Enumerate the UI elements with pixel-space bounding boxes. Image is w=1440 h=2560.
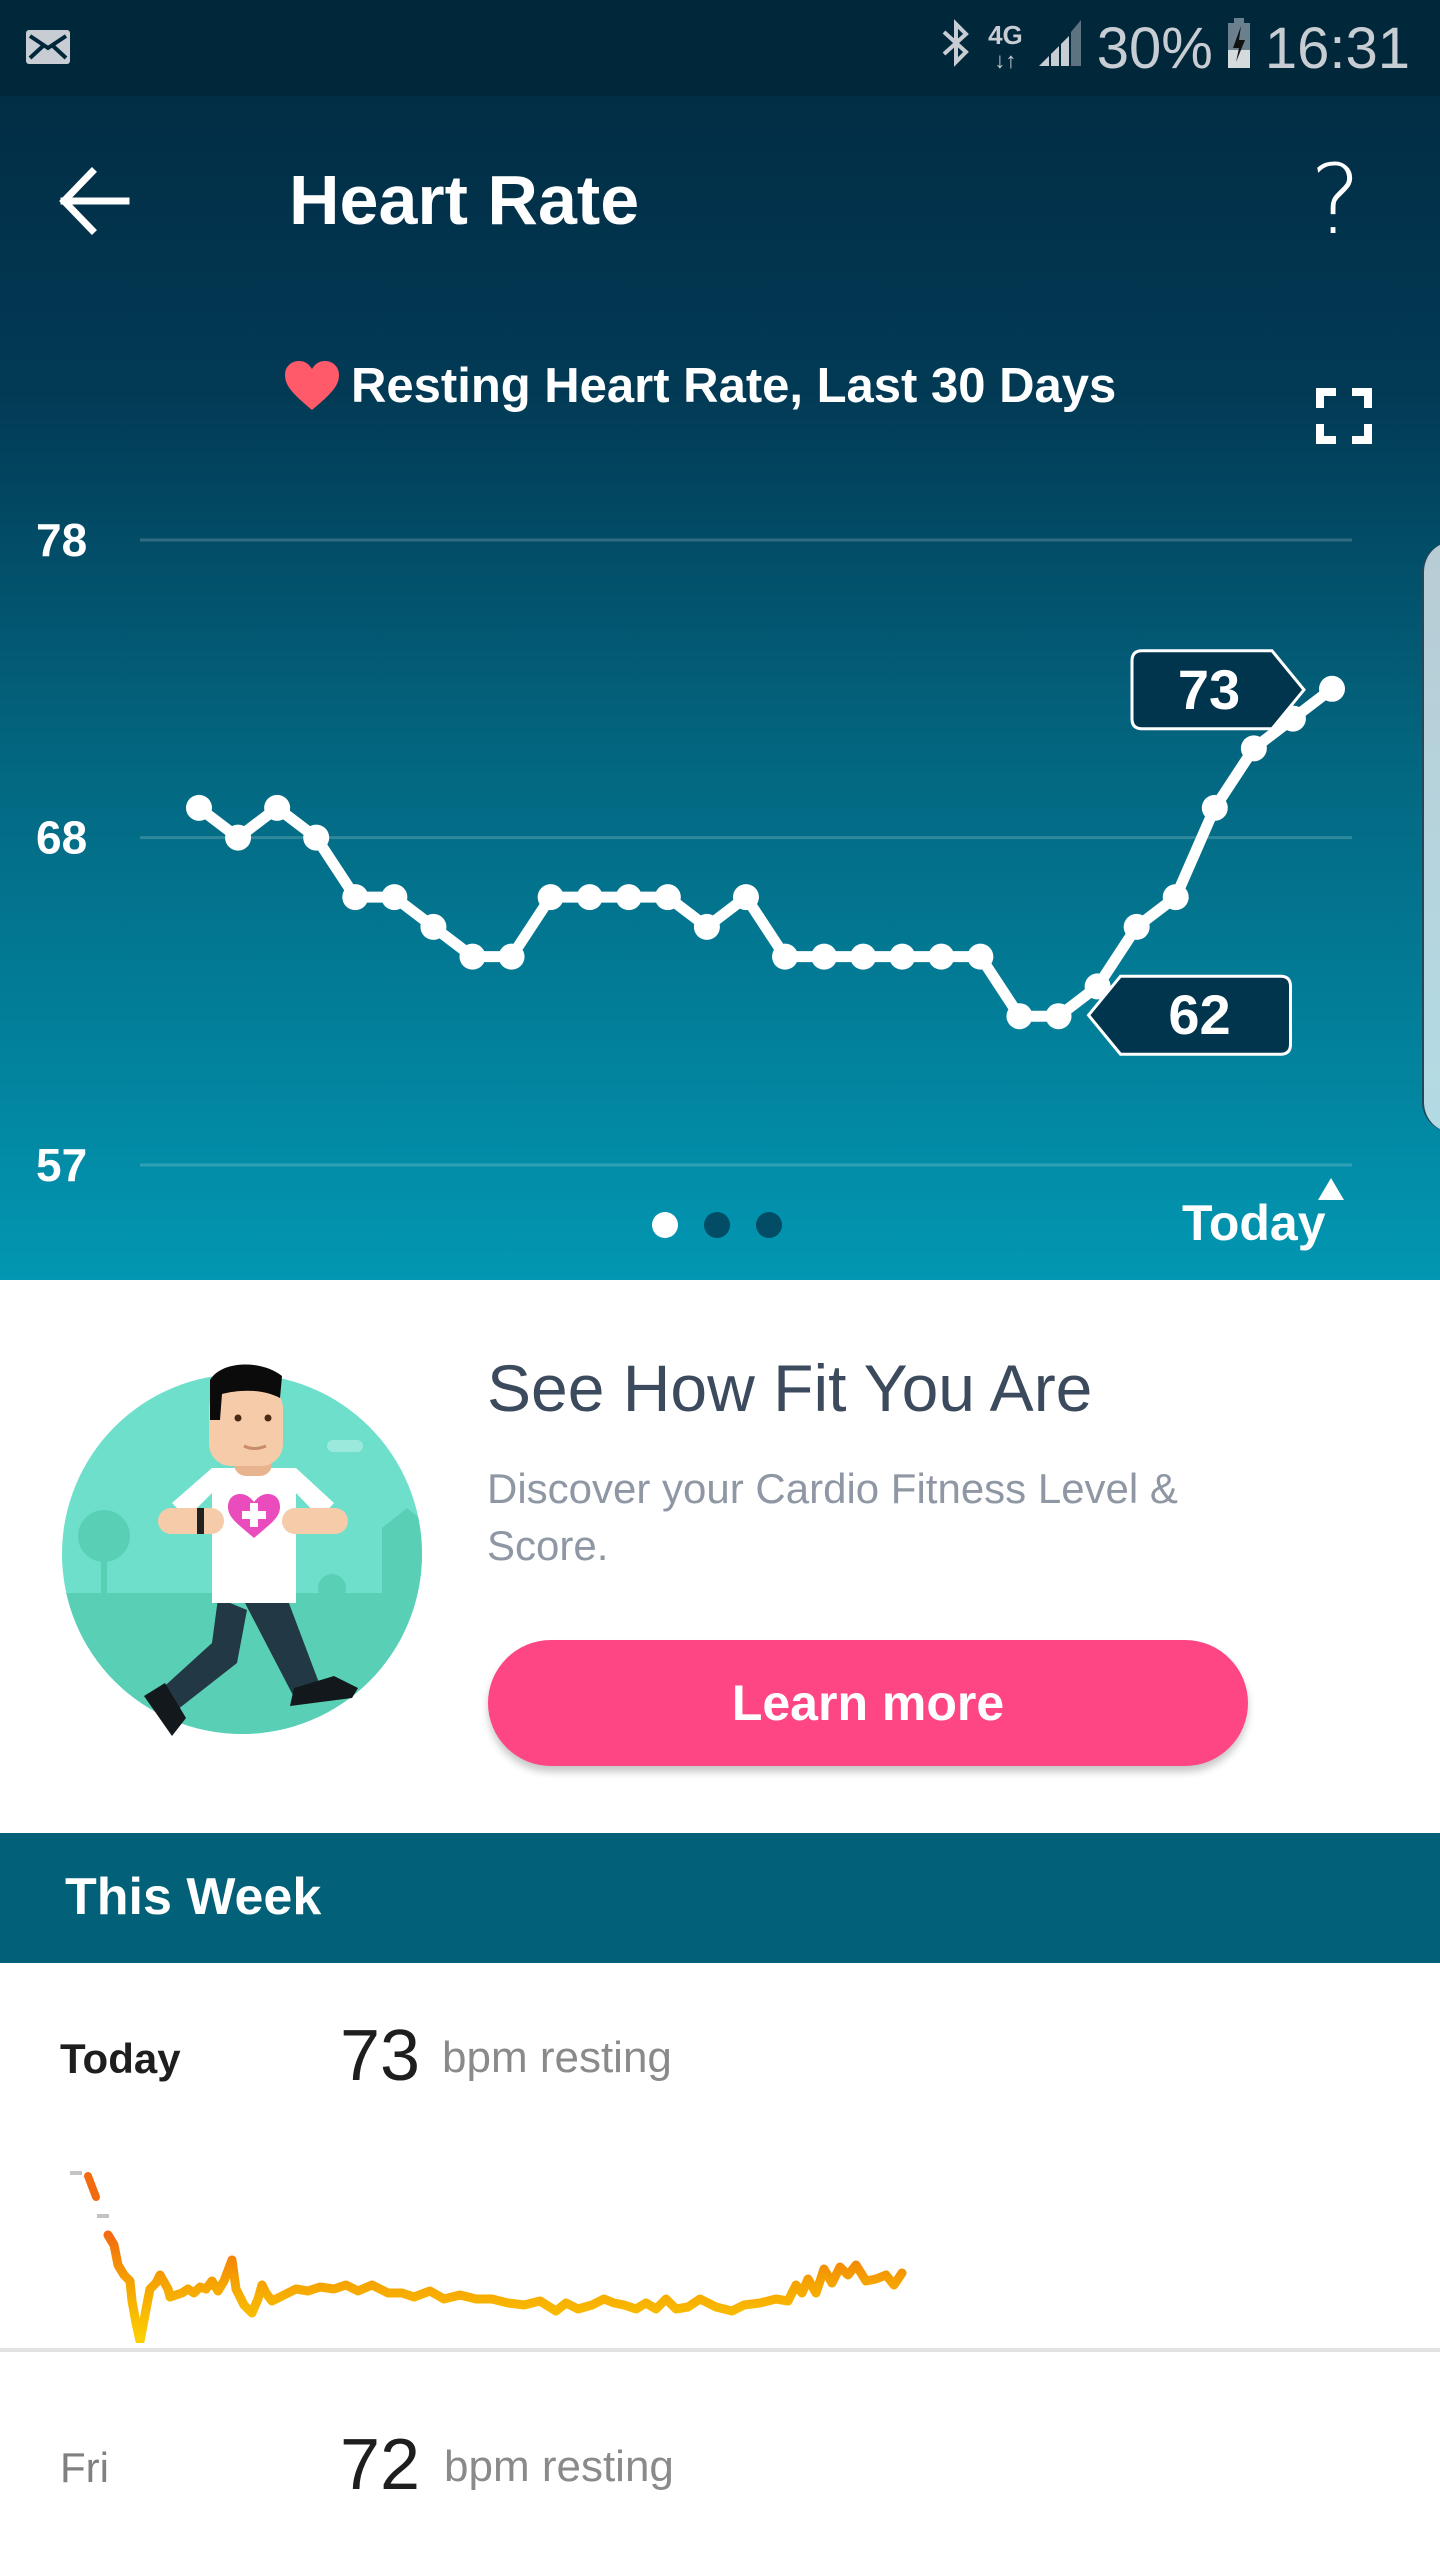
signal-icon — [1037, 15, 1083, 82]
data-point — [1319, 675, 1345, 702]
data-point — [732, 884, 759, 911]
sparkline-start-segment — [84, 2172, 100, 2201]
data-point — [1045, 1003, 1072, 1030]
promo-description: Discover your Cardio Fitness Level & Sco… — [487, 1465, 1178, 1569]
data-point — [889, 943, 916, 970]
battery-charging-icon — [1227, 15, 1251, 82]
network-type: 4G ↓↑ — [988, 20, 1023, 73]
chart-title-text: Resting Heart Rate, Last 30 Days — [351, 359, 1117, 413]
data-point — [850, 943, 877, 970]
status-bar: 4G ↓↑ 30% 16:31 — [0, 0, 1440, 96]
data-point — [615, 884, 642, 911]
next-card-peek[interactable] — [1422, 542, 1440, 1132]
data-point — [1201, 794, 1228, 821]
heart-icon — [285, 361, 339, 410]
bpm-value: 72 — [340, 2425, 421, 2505]
data-point — [1240, 735, 1267, 762]
y-tick-label: 57 — [36, 1139, 87, 1191]
min-value-callout: 62 — [1086, 974, 1293, 1056]
arrow-left-icon — [59, 167, 130, 235]
day-label: Fri — [60, 2444, 109, 2491]
data-point — [1006, 1003, 1033, 1030]
promo-title: See How Fit You Are — [487, 1351, 1093, 1425]
page-dot-3[interactable] — [756, 1212, 782, 1238]
network-label: 4G — [988, 20, 1023, 50]
bluetooth-icon — [938, 15, 974, 82]
data-point — [1123, 913, 1150, 940]
data-point — [420, 913, 447, 940]
data-point — [381, 884, 408, 911]
series-line — [195, 684, 1336, 1022]
data-point — [811, 943, 838, 970]
today-hr-sparkline — [70, 2171, 907, 2343]
data-point — [693, 913, 720, 940]
data-point — [342, 884, 369, 911]
sparkline-gap-marker — [97, 2214, 109, 2218]
mail-icon — [26, 30, 70, 64]
page-dot-2[interactable] — [704, 1212, 730, 1238]
y-tick-label: 78 — [36, 514, 87, 566]
page-dot-1[interactable] — [652, 1212, 678, 1238]
x-axis-today-label: Today — [1182, 1195, 1326, 1251]
page-title: Heart Rate — [289, 161, 640, 239]
data-point — [264, 794, 291, 821]
sparkline-gap-marker — [70, 2171, 82, 2175]
back-button[interactable] — [56, 166, 136, 236]
callout-value: 73 — [1178, 658, 1240, 721]
heart-rate-chart-panel: 78 68 57 73 62 Heart Rate ? Resting Heart Ra… — [0, 96, 1440, 1280]
battery-percent: 30% — [1096, 15, 1213, 81]
callout-value: 62 — [1168, 983, 1230, 1046]
fitness-illustration — [62, 1364, 422, 1736]
max-value-callout: 73 — [1130, 649, 1306, 731]
day-row-fri[interactable]: Fri 72 bpm resting — [0, 2352, 1440, 2560]
expand-icon — [1316, 388, 1372, 444]
data-point — [967, 943, 994, 970]
help-button[interactable]: ? — [1310, 144, 1361, 256]
data-point — [1162, 884, 1189, 911]
data-point — [772, 943, 799, 970]
page-indicator[interactable] — [652, 1212, 782, 1238]
bpm-unit: bpm resting — [444, 2442, 674, 2491]
data-point — [576, 884, 603, 911]
y-tick-label: 68 — [36, 812, 87, 864]
data-point — [303, 824, 330, 851]
data-point — [654, 884, 681, 911]
data-point — [459, 943, 486, 970]
learn-more-button[interactable]: Learn more — [488, 1640, 1248, 1766]
this-week-header: This Week — [0, 1833, 1440, 1963]
data-point — [225, 824, 252, 851]
chart-title: Resting Heart Rate, Last 30 Days — [283, 358, 1116, 414]
data-point — [928, 943, 955, 970]
day-row-today[interactable]: Today 73 bpm resting — [0, 1963, 1440, 2343]
data-point — [537, 884, 564, 911]
expand-button[interactable] — [1316, 388, 1372, 444]
this-week-title: This Week — [65, 1868, 322, 1926]
data-point — [186, 794, 212, 821]
clock: 16:31 — [1264, 15, 1410, 81]
resting-hr-chart: 78 68 57 73 62 — [36, 514, 1352, 1191]
data-point — [498, 943, 525, 970]
sparkline-trace — [103, 2230, 907, 2343]
cardio-fitness-promo: See How Fit You Are Discover your Cardio… — [0, 1280, 1440, 1833]
